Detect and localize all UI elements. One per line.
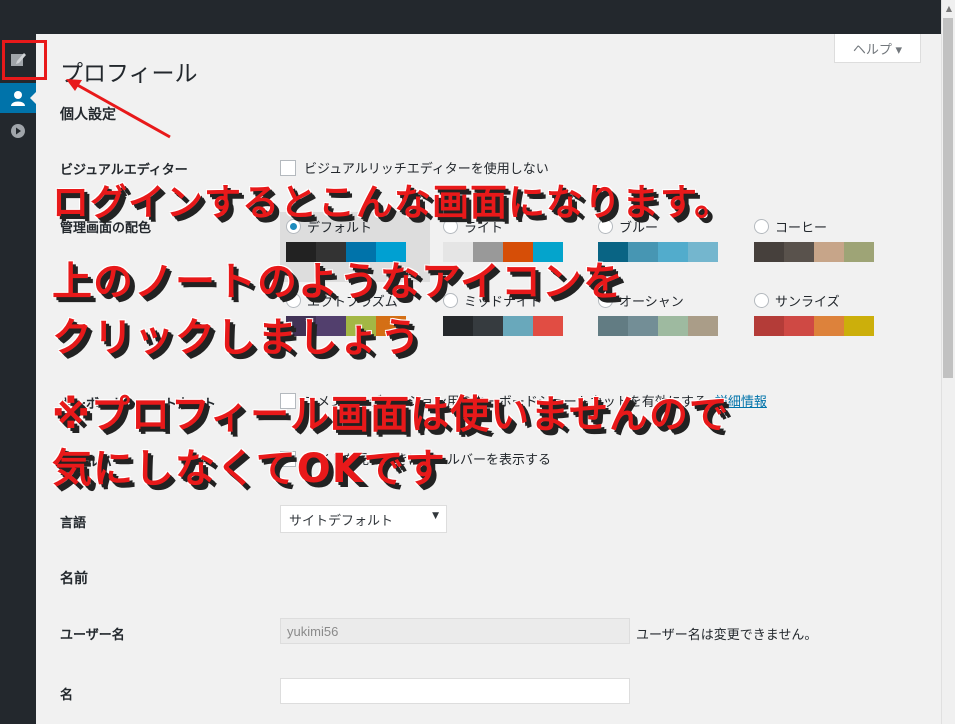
color-swatch <box>844 316 874 336</box>
color-scheme-swatches <box>754 242 892 262</box>
username-hint: ユーザー名は変更できません。 <box>636 628 818 643</box>
annotation-line-5: 気にしなくてOKです <box>52 446 446 492</box>
color-scheme-option[interactable]: サンライズ <box>748 286 898 356</box>
color-swatch <box>784 242 814 262</box>
firstname-label: 名 <box>60 688 74 703</box>
page-scrollbar[interactable]: ▲ <box>941 0 955 724</box>
username-label: ユーザー名 <box>60 628 125 643</box>
color-swatch <box>688 242 718 262</box>
chevron-down-icon: ▼ <box>432 511 439 521</box>
color-swatch <box>658 242 688 262</box>
color-scheme-swatches <box>598 316 736 336</box>
scroll-thumb[interactable] <box>943 18 953 378</box>
color-scheme-swatches <box>754 316 892 336</box>
annotation-line-1: ログインするとこんな画面になります。 <box>52 181 733 224</box>
color-scheme-option[interactable]: コーヒー <box>748 212 898 282</box>
color-swatch <box>598 316 628 336</box>
language-select[interactable]: サイトデフォルト ▼ <box>280 505 447 533</box>
color-scheme-name: オーシャン <box>619 294 684 310</box>
color-scheme-name: サンライズ <box>775 294 840 310</box>
color-swatch <box>658 316 688 336</box>
color-swatch <box>784 316 814 336</box>
section-name-title: 名前 <box>60 571 88 587</box>
color-swatch <box>688 316 718 336</box>
color-scheme-radio[interactable] <box>754 218 769 234</box>
color-scheme-header: サンライズ <box>754 292 892 310</box>
firstname-field[interactable] <box>280 678 630 704</box>
color-swatch <box>533 316 563 336</box>
color-swatch <box>814 316 844 336</box>
color-swatch <box>844 242 874 262</box>
color-scheme-name: コーヒー <box>775 220 828 236</box>
username-field <box>280 618 630 644</box>
color-swatch <box>628 242 658 262</box>
color-swatch <box>443 316 473 336</box>
color-swatch <box>754 242 784 262</box>
language-label: 言語 <box>60 516 87 531</box>
color-swatch <box>628 316 658 336</box>
annotation-line-3: クリックしましょう <box>52 315 421 361</box>
annotation-line-4: ※プロフィール画面は使いませんので <box>52 393 729 438</box>
scroll-up-icon[interactable]: ▲ <box>946 4 952 13</box>
annotation-arrow <box>66 79 171 139</box>
annotation-line-2: 上のノートのようなアイコンを <box>52 259 624 305</box>
color-swatch <box>473 316 503 336</box>
color-swatch <box>503 316 533 336</box>
color-scheme-swatches <box>443 316 581 336</box>
language-select-value: サイトデフォルト <box>289 514 394 529</box>
color-scheme-radio[interactable] <box>754 292 769 308</box>
color-swatch <box>814 242 844 262</box>
color-swatch <box>754 316 784 336</box>
help-button[interactable]: ヘルプ ▾ <box>834 34 921 63</box>
color-scheme-header: コーヒー <box>754 218 892 236</box>
